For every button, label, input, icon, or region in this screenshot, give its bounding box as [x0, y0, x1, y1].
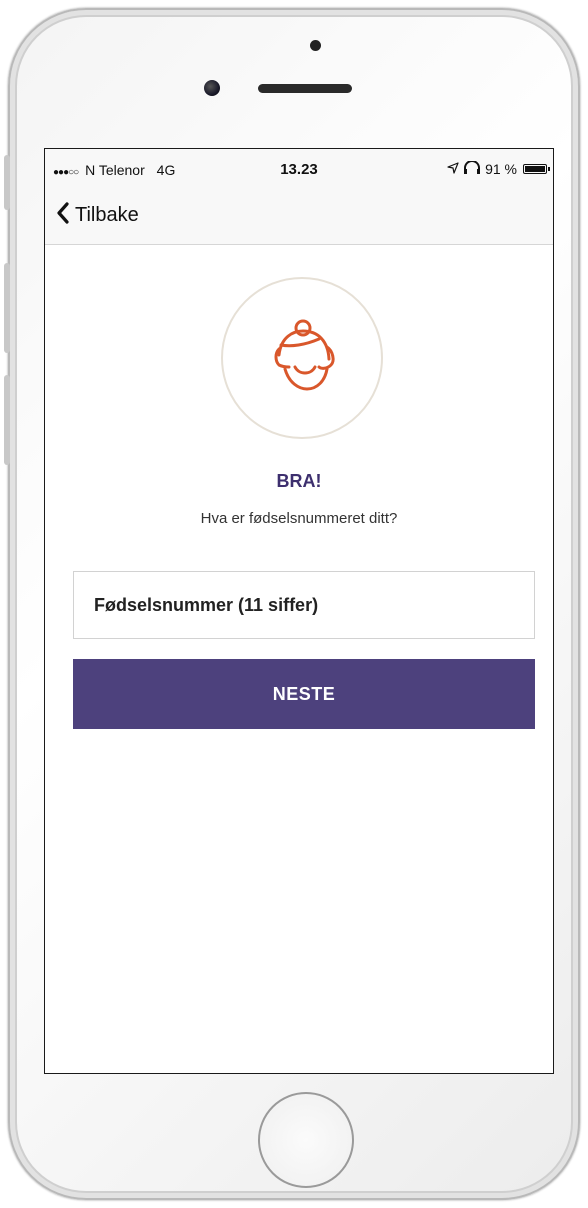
personal-number-input[interactable]	[73, 571, 535, 639]
next-button[interactable]: NESTE	[73, 659, 535, 729]
front-camera	[204, 80, 220, 96]
status-right: 91 %	[447, 160, 550, 177]
app-screen: ●●●○○ N Telenor 4G 13.23 91 % Tilbake BR…	[44, 148, 554, 1074]
volume-down-button	[4, 375, 10, 465]
question-text: Hva er fødselsnummeret ditt?	[200, 510, 398, 527]
home-button[interactable]	[258, 1092, 354, 1188]
volume-up-button	[4, 263, 10, 353]
navigation-bar: Tilbake	[45, 189, 553, 245]
headline: BRA!	[276, 471, 322, 491]
chevron-left-icon	[55, 201, 71, 230]
proximity-sensor	[310, 40, 321, 51]
battery-percentage: 91 %	[485, 161, 517, 177]
back-button[interactable]: Tilbake	[55, 201, 139, 230]
location-arrow-icon	[447, 161, 459, 177]
battery-icon	[523, 164, 550, 174]
avatar-circle	[221, 277, 383, 439]
earpiece-speaker	[258, 84, 352, 93]
mute-switch	[4, 155, 10, 210]
headphones-icon	[463, 160, 481, 177]
back-label: Tilbake	[75, 204, 139, 226]
status-bar: ●●●○○ N Telenor 4G 13.23 91 %	[45, 149, 553, 189]
child-face-icon	[274, 319, 335, 391]
